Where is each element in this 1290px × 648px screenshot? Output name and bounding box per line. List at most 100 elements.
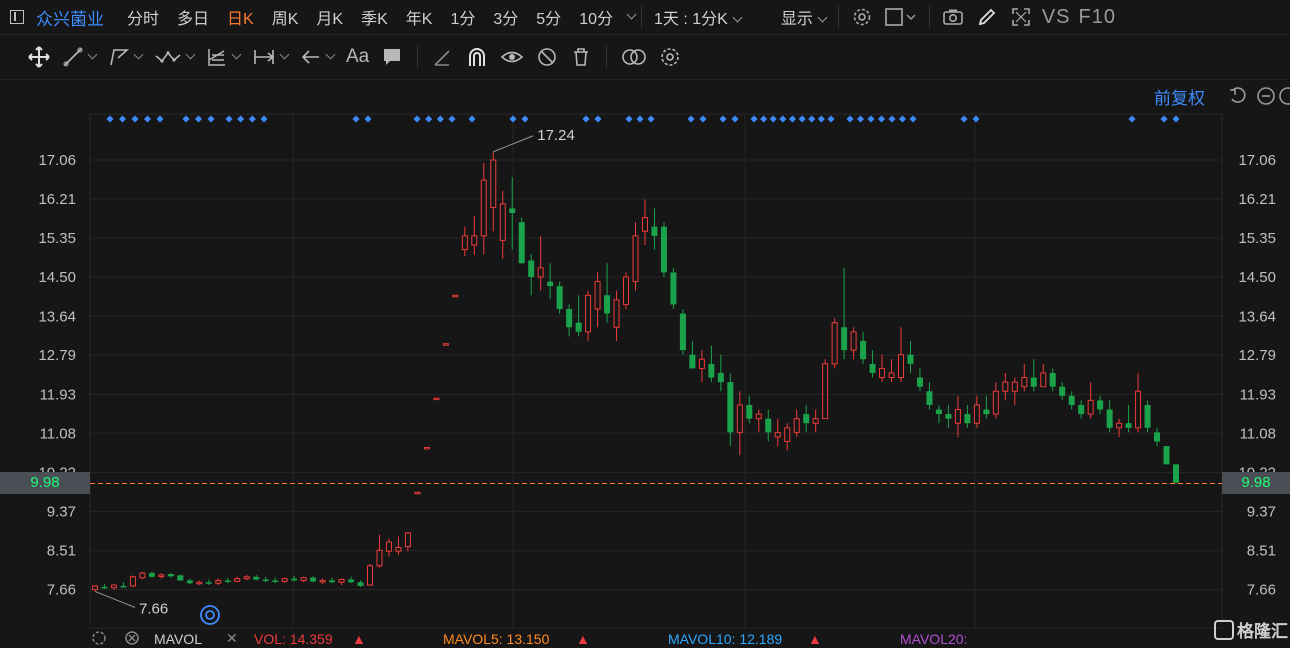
candle-body: [423, 446, 430, 450]
candle-body: [1087, 399, 1094, 415]
candle-body: [480, 179, 487, 237]
event-marker: [857, 115, 864, 123]
tab-weekly-k[interactable]: 周K: [263, 5, 308, 29]
wave-icon[interactable]: [154, 46, 196, 68]
candle-body: [784, 427, 791, 443]
event-marker: [521, 115, 529, 123]
candle-body: [1097, 400, 1104, 410]
divider: [928, 6, 930, 28]
tab-yearly-k[interactable]: 年K: [397, 5, 442, 29]
indicator-dropdown-chevron-icon[interactable]: ✕: [226, 630, 238, 647]
event-marker: [352, 115, 360, 123]
event-marker: [878, 115, 885, 123]
tab-1min[interactable]: 1分: [441, 5, 484, 29]
candle-body: [679, 313, 686, 351]
tab-daily-k[interactable]: 日K: [218, 5, 263, 29]
comment-icon[interactable]: [381, 46, 403, 68]
candle-body: [338, 579, 345, 583]
indicator-name[interactable]: MAVOL: [154, 631, 202, 647]
indicator-settings-icon[interactable]: [90, 629, 108, 648]
candle-body: [528, 260, 535, 277]
top-bar: 众兴菌业 分时 多日 日K 周K 月K 季K 年K 1分 3分 5分 10分 1…: [0, 0, 1290, 35]
y-tick-label-right: 14.50: [1238, 269, 1276, 286]
candlestick-chart[interactable]: 17.06 17.06 16.21 16.21 15.35 15.35 14.50 14.50…: [0, 80, 1290, 630]
y-tick-label-right: 11.93: [1240, 386, 1276, 403]
layout-icon[interactable]: [883, 4, 919, 30]
y-tick-label-left: 14.50: [38, 269, 76, 286]
mavol20-value: MAVOL20:: [900, 630, 968, 647]
candle-body: [594, 281, 601, 310]
display-menu-label: 显示: [780, 11, 813, 28]
more-periods-chevron-icon[interactable]: [626, 9, 637, 19]
y-tick-label-left: 11.93: [40, 386, 76, 403]
candle-body: [660, 226, 667, 273]
y-tick-label-right: 8.51: [1247, 543, 1276, 560]
candle-body: [1068, 395, 1075, 405]
camera-icon[interactable]: [940, 4, 966, 30]
event-marker: [808, 115, 816, 123]
y-tick-label-right: 13.64: [1238, 308, 1276, 325]
tab-quarterly-k[interactable]: 季K: [352, 5, 397, 29]
candle-body: [547, 281, 554, 287]
move-icon[interactable]: [28, 46, 50, 68]
tab-multi-day[interactable]: 多日: [168, 5, 218, 29]
display-menu[interactable]: 显示: [780, 5, 828, 29]
vs-button[interactable]: VS: [1042, 6, 1071, 29]
hide-icon[interactable]: [536, 46, 558, 68]
candle-body: [746, 404, 753, 419]
event-marker: [182, 115, 190, 123]
candle-body: [148, 573, 155, 577]
candle-body: [1163, 446, 1170, 465]
candle-body: [167, 574, 174, 577]
event-marker: [888, 115, 896, 123]
watermark-text: 格隆汇: [1237, 622, 1288, 641]
y-tick-label-right: 17.06: [1238, 152, 1276, 169]
candle-body: [793, 418, 800, 433]
magnet-icon[interactable]: [466, 46, 488, 68]
candle-body: [898, 354, 905, 379]
panel-toggle-icon[interactable]: [10, 10, 24, 24]
event-marker: [237, 115, 245, 123]
event-marker: [468, 115, 476, 123]
text-tool[interactable]: Aa: [346, 46, 369, 68]
fullscreen-icon[interactable]: [1008, 4, 1034, 30]
compare-icon[interactable]: [621, 46, 647, 68]
pencil-icon[interactable]: [432, 46, 454, 68]
y-tick-label-left: 17.06: [38, 152, 76, 169]
period-selector-label: 1天 : 1分K: [654, 11, 728, 28]
settings-icon[interactable]: [659, 46, 681, 68]
candle-body: [689, 354, 696, 369]
target-icon[interactable]: [199, 604, 221, 631]
settings-icon[interactable]: [849, 4, 875, 30]
f10-button[interactable]: F10: [1079, 6, 1116, 29]
candle-body: [717, 372, 724, 383]
fib-icon[interactable]: [206, 46, 242, 68]
vol-arrow-icon: ▲: [352, 630, 366, 647]
divider: [417, 46, 419, 68]
event-marker: [846, 115, 854, 123]
candle-body: [973, 404, 980, 424]
event-marker: [960, 115, 968, 123]
tab-10min[interactable]: 10分: [570, 5, 622, 29]
arrow-left-icon[interactable]: [300, 46, 336, 68]
candle-body: [585, 294, 592, 333]
measure-icon[interactable]: [252, 46, 290, 68]
candle-body: [983, 409, 990, 415]
period-selector[interactable]: 1天 : 1分K: [654, 5, 743, 29]
event-marker: [972, 115, 980, 123]
tab-3min[interactable]: 3分: [484, 5, 527, 29]
trash-icon[interactable]: [570, 46, 592, 68]
event-marker: [248, 115, 256, 123]
tab-intraday[interactable]: 分时: [118, 5, 168, 29]
polyline-icon[interactable]: [108, 46, 144, 68]
indicator-close-icon[interactable]: [123, 629, 141, 648]
tab-5min[interactable]: 5分: [527, 5, 570, 29]
line-tool-icon[interactable]: [62, 46, 98, 68]
event-marker: [625, 115, 633, 123]
stock-name[interactable]: 众兴菌业: [36, 5, 104, 30]
pencil-edit-icon[interactable]: [974, 4, 1000, 30]
candle-body: [831, 322, 838, 365]
event-marker: [750, 115, 758, 123]
eye-icon[interactable]: [500, 46, 524, 68]
tab-monthly-k[interactable]: 月K: [307, 5, 352, 29]
